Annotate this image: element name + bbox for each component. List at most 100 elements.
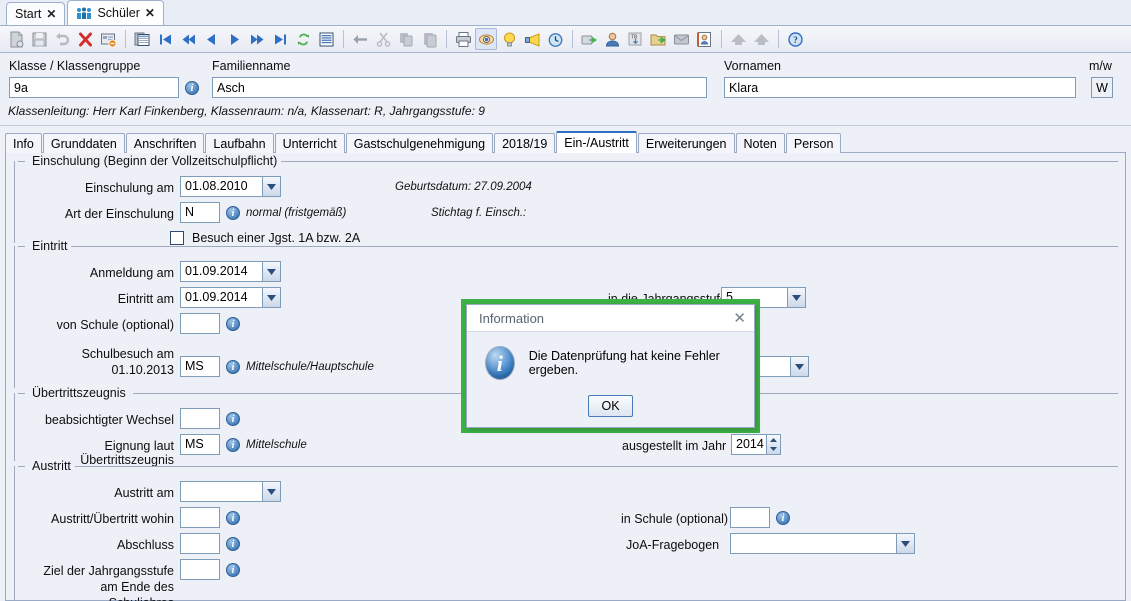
cut-icon[interactable] [372,28,394,50]
group-einschulung: Einschulung (Beginn der Vollzeitschulpfl… [14,154,1118,245]
delete-icon[interactable] [74,28,96,50]
megaphone-icon[interactable] [521,28,543,50]
vornamen-input[interactable]: Klara [724,77,1076,98]
ausgestellt-jahr-value[interactable]: 2014 [731,434,766,455]
fast-rewind-icon[interactable] [177,28,199,50]
einschulung-am-value[interactable]: 01.08.2010 [180,176,262,197]
next-record-icon[interactable] [223,28,245,50]
fast-forward-icon[interactable] [246,28,268,50]
chevron-down-icon[interactable] [790,356,809,377]
klasse-input[interactable]: 9a [9,77,179,98]
addressbook-icon[interactable] [693,28,715,50]
close-icon[interactable]: ✕ [733,311,746,326]
export-icon[interactable] [578,28,600,50]
anmeldung-am-combobox[interactable]: 01.09.2014 [180,261,281,282]
up-arrow-2-icon[interactable] [750,28,772,50]
info-icon[interactable]: i [226,537,240,551]
table-view-icon[interactable] [131,28,153,50]
info-icon[interactable]: i [226,511,240,525]
austritt-wohin-input[interactable] [180,507,220,528]
info-icon[interactable]: i [226,206,240,220]
user-icon[interactable] [601,28,623,50]
chevron-down-icon[interactable] [787,287,806,308]
ausgestellt-jahr-spinner[interactable]: 2014 [731,434,781,455]
print-icon[interactable] [452,28,474,50]
eintritt-am-combobox[interactable]: 01.09.2014 [180,287,281,308]
joa-fragebogen-value[interactable] [730,533,896,554]
close-icon[interactable]: ✕ [46,8,56,20]
anmeldung-am-value[interactable]: 01.09.2014 [180,261,262,282]
list-icon[interactable] [315,28,337,50]
back-arrow-icon[interactable] [349,28,371,50]
form-delete-icon[interactable] [97,28,119,50]
chevron-down-icon[interactable] [262,261,281,282]
refresh-icon[interactable] [292,28,314,50]
tab-laufbahn[interactable]: Laufbahn [205,133,274,153]
schulbesuch-input[interactable]: MS [180,356,220,377]
austritt-am-combobox[interactable] [180,481,281,502]
art-der-einschulung-input[interactable]: N [180,202,220,223]
info-icon[interactable]: i [226,438,240,452]
dialog-title: Information [479,310,545,326]
undo-icon[interactable] [51,28,73,50]
beabsichtigter-wechsel-input[interactable] [180,408,220,429]
ziel-jahrgangsstufe-label-line2: am Ende des [100,580,174,594]
folder-export-icon[interactable] [647,28,669,50]
eignung-input[interactable]: MS [180,434,220,455]
joa-fragebogen-combobox[interactable] [730,533,915,554]
besuch-jgst-checkbox[interactable] [170,231,184,245]
eintritt-am-value[interactable]: 01.09.2014 [180,287,262,308]
abschluss-input[interactable] [180,533,220,554]
info-icon[interactable]: i [776,511,790,525]
in-schule-input[interactable] [730,507,770,528]
einschulung-am-combobox[interactable]: 01.08.2010 [180,176,281,197]
tab-unterricht[interactable]: Unterricht [274,133,345,153]
spinner-up-icon[interactable] [767,435,780,445]
tab-info[interactable]: Info [5,133,42,153]
spinner-buttons[interactable] [766,434,781,455]
tab-person[interactable]: Person [785,133,842,153]
group-border-line [214,161,1118,162]
new-document-icon[interactable] [5,28,27,50]
info-icon[interactable]: i [185,81,199,95]
last-record-icon[interactable] [269,28,291,50]
group-border-dash [18,246,25,247]
tab-grunddaten[interactable]: Grunddaten [42,133,125,153]
tab-anschriften[interactable]: Anschriften [125,133,205,153]
spinner-down-icon[interactable] [767,445,780,455]
window-tab-start[interactable]: Start ✕ [6,2,66,25]
clock-icon[interactable] [544,28,566,50]
tab-erweiterungen[interactable]: Erweiterungen [637,133,735,153]
tab-gastschulgenehmigung[interactable]: Gastschulgenehmigung [345,133,494,153]
austritt-am-value[interactable] [180,481,262,502]
familienname-input[interactable]: Asch [212,77,707,98]
preview-icon[interactable] [475,28,497,50]
chevron-down-icon[interactable] [262,481,281,502]
info-icon[interactable]: i [226,412,240,426]
first-record-icon[interactable] [154,28,176,50]
previous-record-icon[interactable] [200,28,222,50]
window-tab-schueler[interactable]: Schüler ✕ [67,0,164,25]
up-arrow-icon[interactable] [727,28,749,50]
help-icon[interactable]: ? [784,28,806,50]
copy-icon[interactable] [395,28,417,50]
tab-noten[interactable]: Noten [735,133,785,153]
tab-ein-austritt[interactable]: Ein-/Austritt [556,131,637,153]
ok-button[interactable]: OK [588,395,633,417]
info-icon[interactable]: i [226,563,240,577]
mail-icon[interactable] [670,28,692,50]
info-icon[interactable]: i [226,317,240,331]
ziel-jahrgangsstufe-input[interactable] [180,559,220,580]
tb-download-icon[interactable]: TB [624,28,646,50]
bulb-icon[interactable] [498,28,520,50]
paste-icon[interactable] [418,28,440,50]
close-icon[interactable]: ✕ [145,7,155,19]
info-icon[interactable]: i [226,360,240,374]
chevron-down-icon[interactable] [262,176,281,197]
gender-button[interactable]: W [1091,77,1113,98]
chevron-down-icon[interactable] [896,533,915,554]
chevron-down-icon[interactable] [262,287,281,308]
tab-schuljahr[interactable]: 2018/19 [494,133,556,153]
von-schule-input[interactable] [180,313,220,334]
save-icon[interactable] [28,28,50,50]
